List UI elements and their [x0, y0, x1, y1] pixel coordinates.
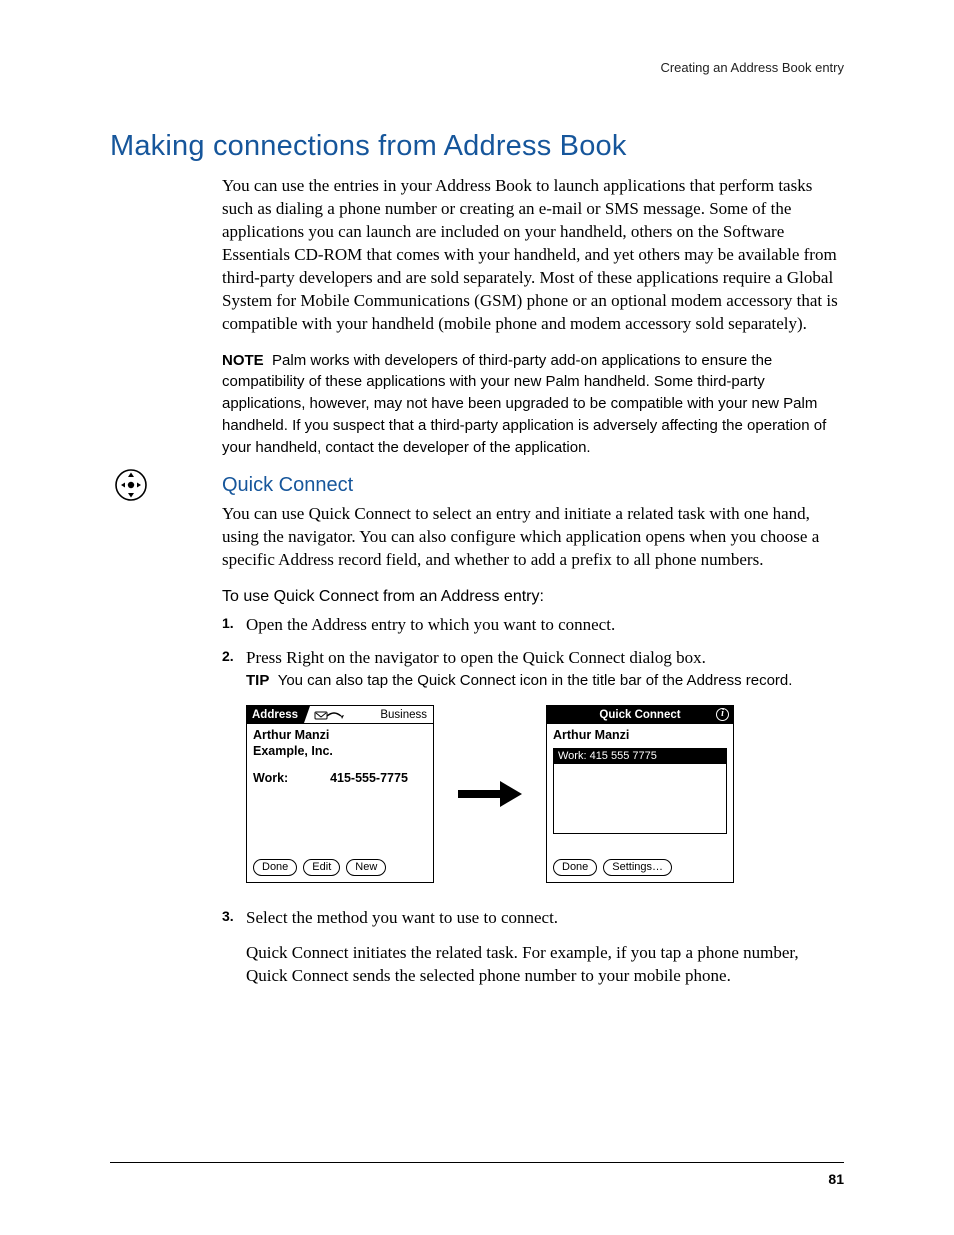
page: Creating an Address Book entry Making co… [0, 0, 954, 1235]
arrow-icon [458, 779, 522, 809]
step-text: Select the method you want to use to con… [246, 908, 558, 927]
navigator-icon [114, 468, 148, 502]
qc-title: Quick Connect [599, 706, 680, 724]
contact-company: Example, Inc. [253, 744, 427, 760]
quick-connect-heading: Quick Connect [222, 472, 844, 499]
quick-connect-icon[interactable] [304, 706, 354, 723]
connect-method-list[interactable]: Work: 415 555 7775 [553, 748, 727, 834]
screenshot-row: Address Business [246, 705, 844, 883]
note-body: Palm works with developers of third-part… [222, 352, 826, 456]
section-heading: Making connections from Address Book [110, 130, 844, 163]
edit-button[interactable]: Edit [303, 859, 340, 876]
qc-titlebar: Quick Connect i [547, 706, 733, 724]
body-column: You can use the entries in your Address … [222, 175, 844, 988]
step-text: Press Right on the navigator to open the… [246, 648, 706, 667]
quick-connect-screenshot: Quick Connect i Arthur Manzi Work: 415 5… [546, 705, 734, 883]
settings-button[interactable]: Settings… [603, 859, 672, 876]
step-3: Select the method you want to use to con… [222, 907, 844, 988]
step-1: Open the Address entry to which you want… [222, 614, 844, 637]
info-icon[interactable]: i [716, 708, 729, 721]
step-2: Press Right on the navigator to open the… [222, 647, 844, 884]
page-number: 81 [828, 1171, 844, 1187]
qc-contact-name: Arthur Manzi [553, 728, 727, 744]
howto-heading: To use Quick Connect from an Address ent… [222, 586, 844, 608]
running-head: Creating an Address Book entry [110, 60, 844, 75]
note-label: NOTE [222, 352, 264, 369]
done-button[interactable]: Done [253, 859, 297, 876]
address-titlebar: Address Business [247, 706, 433, 724]
step-text: Open the Address entry to which you want… [246, 615, 615, 634]
field-label: Work: [253, 770, 311, 787]
contact-name: Arthur Manzi [253, 728, 427, 744]
new-button[interactable]: New [346, 859, 386, 876]
quick-connect-paragraph: You can use Quick Connect to select an e… [222, 503, 844, 572]
note-block: NOTE Palm works with developers of third… [222, 350, 844, 459]
tip-body: You can also tap the Quick Connect icon … [278, 672, 793, 689]
category-picker[interactable]: Business [376, 706, 433, 723]
result-paragraph: Quick Connect initiates the related task… [246, 942, 844, 988]
steps-list: Open the Address entry to which you want… [222, 614, 844, 988]
footer-rule [110, 1162, 844, 1163]
list-item-selected[interactable]: Work: 415 555 7775 [554, 749, 726, 764]
field-value: 415-555-7775 [311, 770, 427, 787]
work-phone-row: Work: 415-555-7775 [253, 770, 427, 787]
tip-label: TIP [246, 672, 269, 689]
done-button[interactable]: Done [553, 859, 597, 876]
tip-block: TIP You can also tap the Quick Connect i… [246, 670, 844, 692]
intro-paragraph: You can use the entries in your Address … [222, 175, 844, 336]
address-title-tab: Address [247, 706, 304, 723]
address-record-screenshot: Address Business [246, 705, 434, 883]
